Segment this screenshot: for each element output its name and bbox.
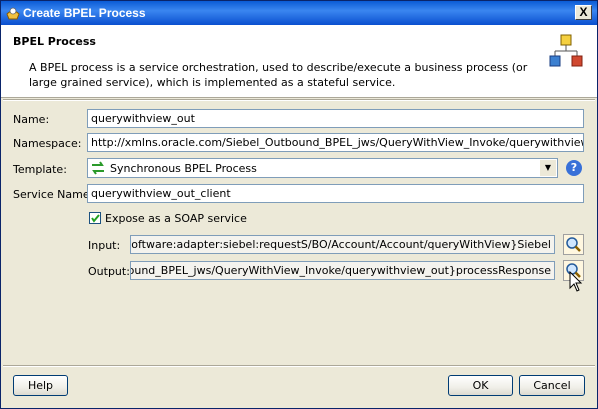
name-field[interactable]: querywithview_out <box>87 109 584 128</box>
template-select[interactable]: Synchronous BPEL Process ▼ <box>87 158 558 178</box>
bpel-process-icon <box>549 34 583 67</box>
ok-button[interactable]: OK <box>448 375 513 396</box>
header-panel: BPEL Process A BPEL process is a service… <box>1 25 597 98</box>
chevron-down-icon[interactable]: ▼ <box>540 160 556 176</box>
namespace-label: Namespace: <box>13 137 82 150</box>
help-icon[interactable]: ? <box>566 160 582 176</box>
app-icon <box>6 7 20 20</box>
close-icon: X <box>579 5 588 19</box>
footer-separator <box>3 365 595 367</box>
ok-button-label: OK <box>472 379 489 392</box>
service-name-field[interactable]: querywithview_out_client <box>87 184 584 203</box>
window-title: Create BPEL Process <box>23 6 146 20</box>
output-message-field[interactable]: bel_Outbound_BPEL_jws/QueryWithView_Invo… <box>130 261 555 280</box>
expose-soap-checkbox[interactable] <box>89 212 101 224</box>
mouse-cursor-icon <box>569 271 583 292</box>
input-message-value: urn:iwaysoftware:adapter:siebel:requestS… <box>131 238 551 251</box>
template-label: Template: <box>13 163 67 176</box>
cancel-button[interactable]: Cancel <box>519 375 585 396</box>
expose-soap-label: Expose as a SOAP service <box>105 212 247 225</box>
name-label: Name: <box>13 113 50 126</box>
namespace-field[interactable]: http://xmlns.oracle.com/Siebel_Outbound_… <box>87 133 584 152</box>
output-message-value: bel_Outbound_BPEL_jws/QueryWithView_Invo… <box>131 264 551 277</box>
input-message-field[interactable]: urn:iwaysoftware:adapter:siebel:requestS… <box>130 235 555 254</box>
help-button-label: Help <box>27 379 54 392</box>
search-icon <box>566 237 581 252</box>
header-separator <box>3 99 595 101</box>
input-browse-button[interactable] <box>563 234 584 255</box>
template-selected-value: Synchronous BPEL Process <box>110 162 257 175</box>
create-bpel-process-dialog: Create BPEL Process X BPEL Process A BPE… <box>0 0 598 409</box>
title-bar[interactable]: Create BPEL Process X <box>1 1 597 25</box>
help-button[interactable]: Help <box>13 375 68 396</box>
service-name-label: Service Name: <box>13 188 94 201</box>
synchronous-process-icon <box>92 161 104 175</box>
header-description: A BPEL process is a service orchestratio… <box>29 61 528 89</box>
checkmark-icon <box>91 214 100 223</box>
close-button[interactable]: X <box>575 5 592 20</box>
header-title: BPEL Process <box>13 35 96 48</box>
cancel-button-label: Cancel <box>533 379 571 392</box>
output-label: Output: <box>88 265 130 278</box>
input-label: Input: <box>88 239 121 252</box>
